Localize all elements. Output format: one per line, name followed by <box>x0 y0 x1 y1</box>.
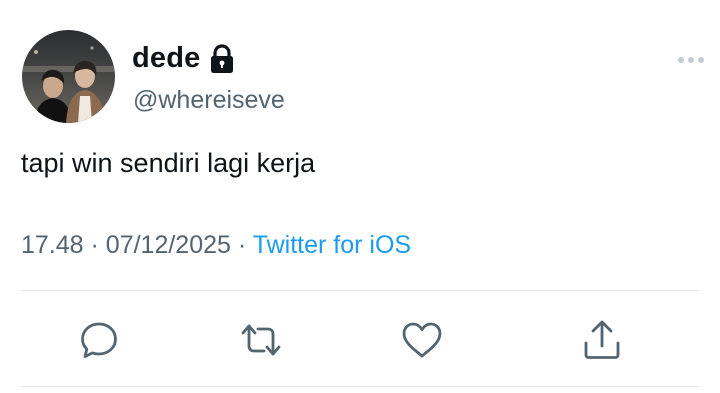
display-name[interactable]: dede <box>132 42 201 75</box>
reply-icon <box>81 322 117 358</box>
tweet-detail: dede @whereiseve tapi win sendiri lagi k… <box>0 0 720 393</box>
tweet-meta: 17.48 · 07/12/2025 · Twitter for iOS <box>21 231 411 260</box>
tweet-date[interactable]: 07/12/2025 <box>106 231 231 259</box>
lock-icon <box>210 43 234 74</box>
retweet-icon <box>241 324 281 356</box>
more-options-icon[interactable] <box>678 57 704 63</box>
like-button[interactable] <box>400 318 444 362</box>
share-button[interactable] <box>580 318 624 362</box>
tweet-source[interactable]: Twitter for iOS <box>253 231 411 259</box>
heart-icon <box>402 322 442 358</box>
divider <box>21 386 699 387</box>
author-handle[interactable]: @whereiseve <box>133 86 285 115</box>
retweet-button[interactable] <box>239 318 283 362</box>
reply-button[interactable] <box>77 318 121 362</box>
author-name-row: dede <box>132 42 234 75</box>
share-icon <box>584 320 620 359</box>
action-bar <box>0 318 720 362</box>
avatar-photo <box>22 30 115 123</box>
tweet-time[interactable]: 17.48 <box>21 231 84 259</box>
tweet-text: tapi win sendiri lagi kerja <box>21 148 316 178</box>
avatar[interactable] <box>22 30 115 123</box>
divider <box>21 290 699 291</box>
meta-separator: · <box>237 231 247 259</box>
meta-separator: · <box>90 231 99 259</box>
